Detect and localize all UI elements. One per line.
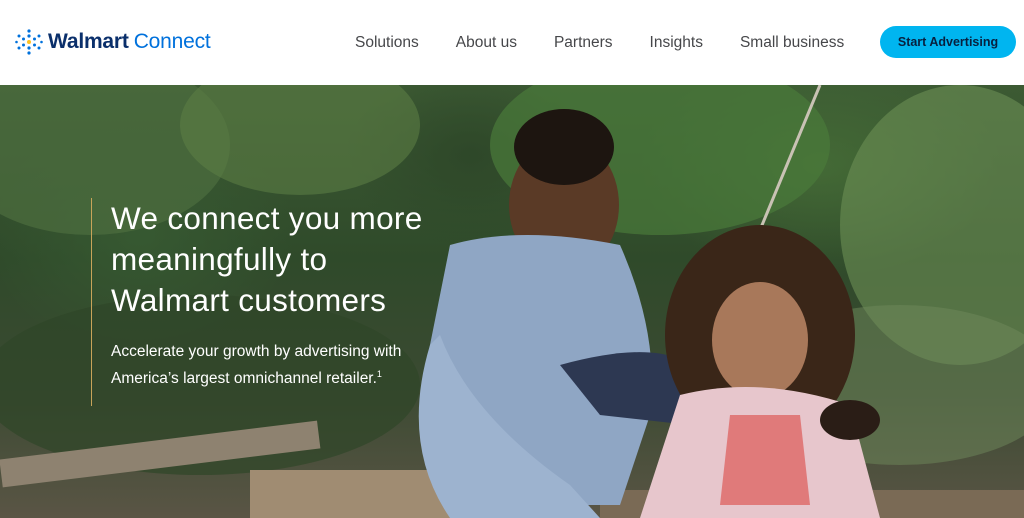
footnote-marker[interactable]: 1: [377, 369, 382, 379]
logo-product-text: Connect: [133, 30, 211, 53]
nav-item-small-business[interactable]: Small business: [740, 34, 844, 52]
nav-item-solutions[interactable]: Solutions: [355, 34, 419, 52]
logo-wordmark: Walmart Connect: [48, 30, 211, 54]
hero-banner: We connect you more meaningfully to Walm…: [0, 85, 1024, 518]
hero-subheading: Accelerate your growth by advertising wi…: [111, 341, 461, 390]
nav-item-about-us[interactable]: About us: [456, 34, 517, 52]
logo-brand-text: Walmart: [48, 30, 129, 53]
hero-heading-line: We connect you more: [111, 200, 423, 236]
hero-subheading-line: America’s largest omnichannel retailer.: [111, 370, 377, 388]
hero-heading-line: meaningfully to: [111, 241, 328, 277]
start-advertising-button[interactable]: Start Advertising: [880, 26, 1016, 58]
nav-item-insights[interactable]: Insights: [650, 34, 703, 52]
main-nav: Solutions About us Partners Insights Sma…: [355, 0, 844, 85]
walmart-spark-icon: [15, 29, 43, 55]
nav-item-partners[interactable]: Partners: [554, 34, 613, 52]
hero-subheading-line: Accelerate your growth by advertising wi…: [111, 343, 402, 360]
walmart-connect-logo[interactable]: Walmart Connect: [14, 27, 211, 57]
hero-copy-block: We connect you more meaningfully to Walm…: [91, 198, 461, 406]
hero-heading-line: Walmart customers: [111, 282, 387, 318]
hero-heading: We connect you more meaningfully to Walm…: [111, 198, 461, 321]
site-header: Walmart Connect Solutions About us Partne…: [0, 0, 1024, 85]
